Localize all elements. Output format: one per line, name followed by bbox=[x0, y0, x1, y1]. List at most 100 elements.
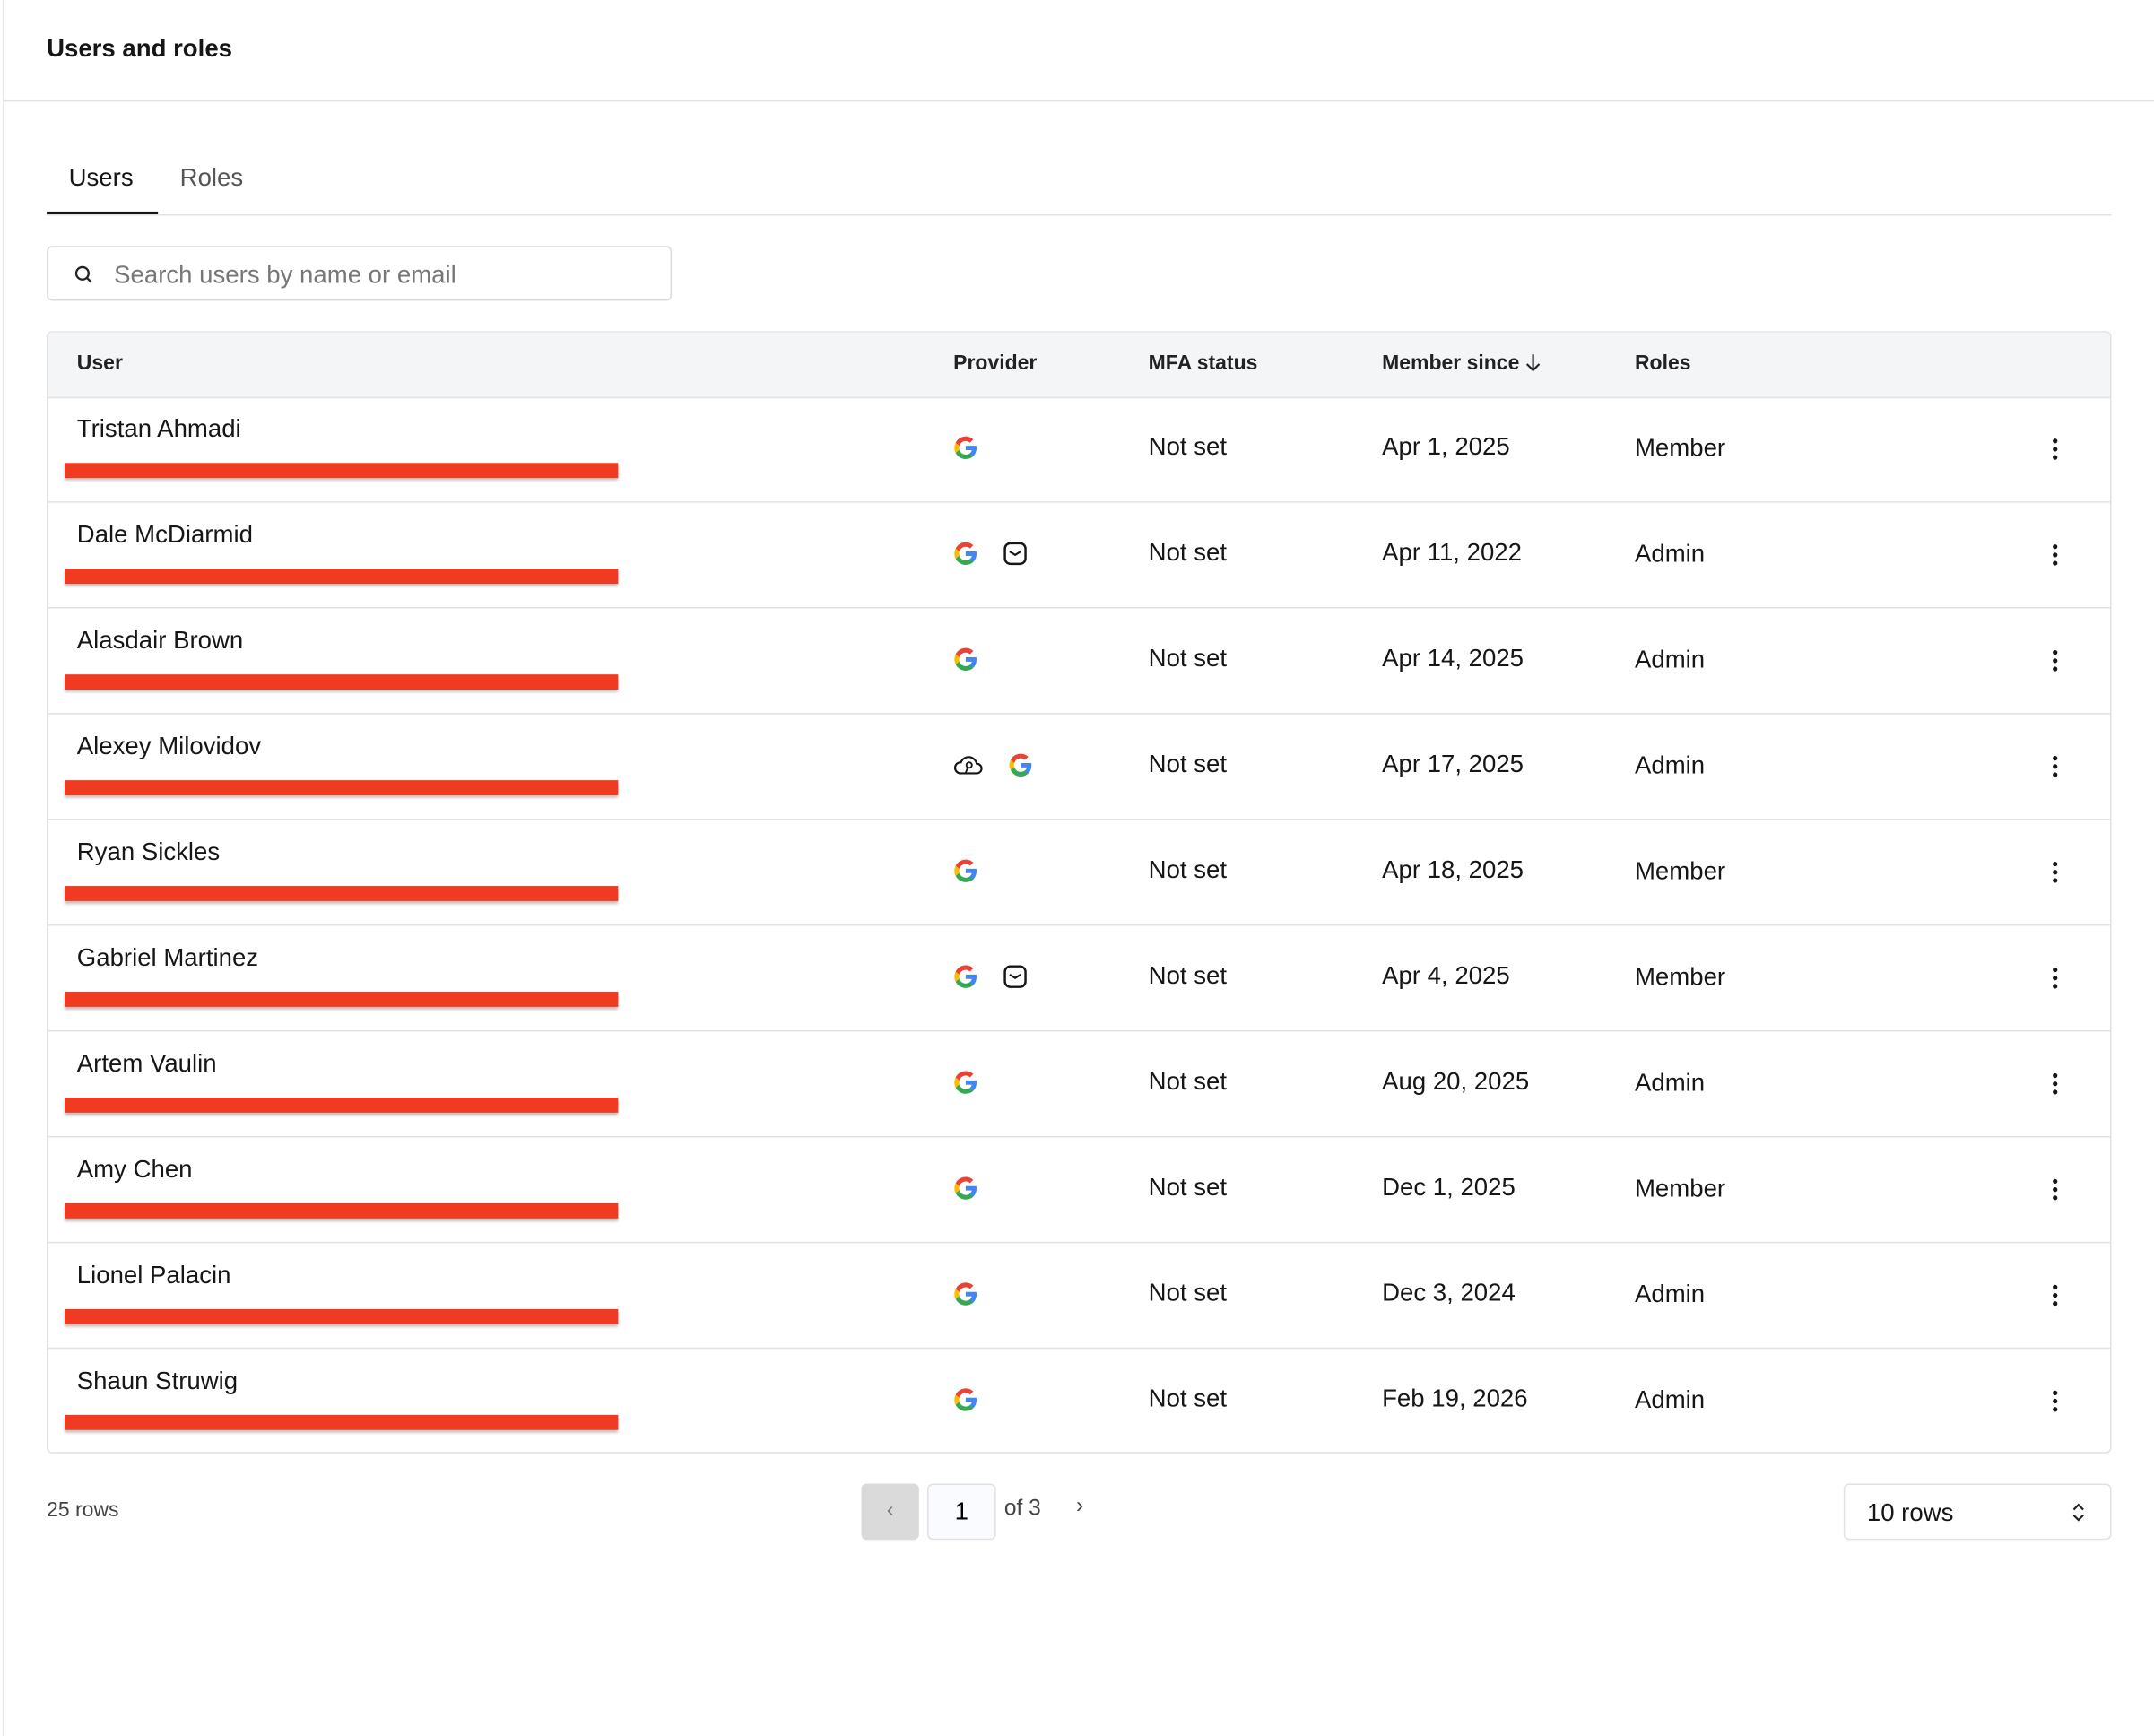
mfa-status: Not set bbox=[1148, 1067, 1228, 1095]
redacted-email bbox=[64, 1414, 619, 1430]
row-actions-button[interactable] bbox=[2043, 1387, 2068, 1415]
mfa-status: Not set bbox=[1148, 538, 1228, 567]
table-row: Tristan Ahmadi Not set Apr 1, 2025 Membe… bbox=[48, 397, 2110, 503]
mfa-status: Not set bbox=[1148, 1173, 1228, 1201]
mfa-status: Not set bbox=[1148, 432, 1228, 461]
row-actions-button[interactable] bbox=[2043, 542, 2068, 569]
user-role: Member bbox=[1634, 434, 1726, 462]
user-name: Tristan Ahmadi bbox=[76, 414, 241, 443]
row-actions-button[interactable] bbox=[2043, 436, 2068, 464]
user-role: Admin bbox=[1634, 1385, 1706, 1414]
previous-page-button[interactable]: ‹ bbox=[861, 1483, 919, 1541]
divider bbox=[3, 100, 2154, 102]
more-vertical-icon bbox=[2053, 544, 2058, 566]
more-vertical-icon bbox=[2053, 650, 2058, 672]
email-icon bbox=[1003, 542, 1027, 566]
user-role: Member bbox=[1634, 1174, 1726, 1202]
provider-icons bbox=[953, 1070, 978, 1095]
mfa-status: Not set bbox=[1148, 644, 1228, 673]
provider-icons bbox=[953, 964, 1028, 989]
google-icon bbox=[954, 859, 977, 882]
table-row: Shaun Struwig Not set Feb 19, 2026 Admin bbox=[48, 1349, 2110, 1452]
divider bbox=[47, 213, 2112, 216]
chevron-right-icon: › bbox=[1075, 1494, 1084, 1518]
table-row: Lionel Palacin Not set Dec 3, 2024 Admin bbox=[48, 1243, 2110, 1350]
search-icon bbox=[74, 265, 92, 283]
more-vertical-icon bbox=[2053, 1284, 2058, 1306]
google-icon bbox=[954, 1176, 977, 1200]
redacted-email bbox=[64, 780, 619, 795]
user-name: Alexey Milovidov bbox=[76, 732, 262, 760]
user-role: Member bbox=[1634, 856, 1726, 885]
mfa-status: Not set bbox=[1148, 961, 1228, 989]
mfa-status: Not set bbox=[1148, 1384, 1228, 1412]
next-page-button[interactable]: › bbox=[1069, 1495, 1091, 1520]
rows-per-page-select[interactable]: 10 rows bbox=[1843, 1483, 2112, 1541]
rows-per-page-value: 10 rows bbox=[1866, 1498, 1954, 1526]
row-actions-button[interactable] bbox=[2043, 1281, 2068, 1309]
table-row: Alexey Milovidov Not set Apr 17, 2025 Ad… bbox=[48, 715, 2110, 820]
provider-icons bbox=[953, 858, 978, 883]
search-box[interactable] bbox=[47, 246, 673, 301]
google-icon bbox=[954, 647, 977, 671]
member-since: Apr 18, 2025 bbox=[1382, 855, 1524, 884]
row-actions-button[interactable] bbox=[2043, 752, 2068, 780]
more-vertical-icon bbox=[2053, 861, 2058, 883]
google-icon bbox=[954, 965, 977, 988]
redacted-email bbox=[64, 463, 619, 479]
google-icon bbox=[954, 1282, 977, 1306]
chevron-up-down-icon bbox=[2072, 1503, 2084, 1522]
row-actions-button[interactable] bbox=[2043, 1176, 2068, 1203]
user-role: Admin bbox=[1634, 540, 1706, 568]
page-number-input[interactable] bbox=[927, 1483, 996, 1541]
users-table: User Provider MFA status Member since Ro… bbox=[47, 331, 2112, 1454]
redacted-email bbox=[64, 1097, 619, 1113]
row-count: 25 rows bbox=[47, 1498, 119, 1523]
row-actions-button[interactable] bbox=[2043, 1070, 2068, 1098]
member-since: Apr 14, 2025 bbox=[1382, 644, 1524, 673]
google-icon bbox=[1009, 753, 1032, 777]
provider-icons bbox=[953, 436, 978, 461]
table-row: Dale McDiarmid Not set Apr 11, 2022 Admi… bbox=[48, 503, 2110, 609]
user-name: Shaun Struwig bbox=[76, 1367, 239, 1394]
member-since: Apr 11, 2022 bbox=[1382, 538, 1522, 567]
user-role: Admin bbox=[1634, 751, 1706, 779]
divider bbox=[3, 0, 4, 1736]
more-vertical-icon bbox=[2053, 1390, 2058, 1412]
tab-users[interactable]: Users bbox=[69, 163, 134, 192]
row-actions-button[interactable] bbox=[2043, 647, 2068, 675]
provider-icons bbox=[953, 1387, 978, 1412]
table-row: Amy Chen Not set Dec 1, 2025 Member bbox=[48, 1137, 2110, 1244]
member-since: Apr 1, 2025 bbox=[1382, 432, 1510, 461]
more-vertical-icon bbox=[2053, 967, 2058, 989]
row-actions-button[interactable] bbox=[2043, 964, 2068, 992]
user-name: Artem Vaulin bbox=[76, 1049, 217, 1078]
member-since: Feb 19, 2026 bbox=[1382, 1384, 1528, 1412]
search-input[interactable] bbox=[111, 255, 653, 294]
member-since: Dec 3, 2024 bbox=[1382, 1279, 1516, 1306]
provider-icons bbox=[953, 1281, 978, 1306]
redacted-email bbox=[64, 1308, 619, 1324]
column-header-member-since[interactable]: Member since bbox=[1382, 352, 1542, 375]
provider-icons bbox=[953, 1176, 978, 1201]
table-row: Artem Vaulin Not set Aug 20, 2025 Admin bbox=[48, 1031, 2110, 1138]
row-actions-button[interactable] bbox=[2043, 858, 2068, 886]
redacted-email bbox=[64, 1202, 619, 1219]
tab-roles[interactable]: Roles bbox=[180, 163, 244, 192]
table-row: Gabriel Martinez Not set Apr 4, 2025 Mem… bbox=[48, 926, 2110, 1032]
mfa-status: Not set bbox=[1148, 750, 1228, 778]
active-tab-indicator bbox=[47, 211, 159, 214]
google-icon bbox=[954, 1388, 977, 1411]
more-vertical-icon bbox=[2053, 1072, 2058, 1095]
user-role: Admin bbox=[1634, 645, 1706, 673]
user-role: Admin bbox=[1634, 1280, 1706, 1308]
user-name: Ryan Sickles bbox=[76, 838, 221, 866]
google-icon bbox=[954, 542, 977, 565]
member-since: Dec 1, 2025 bbox=[1382, 1173, 1516, 1201]
column-header-provider: Provider bbox=[953, 352, 1038, 376]
chevron-left-icon: ‹ bbox=[886, 1498, 894, 1523]
user-name: Alasdair Brown bbox=[76, 626, 244, 655]
email-icon bbox=[1003, 965, 1027, 988]
column-header-roles: Roles bbox=[1634, 352, 1691, 376]
google-icon bbox=[954, 436, 977, 460]
